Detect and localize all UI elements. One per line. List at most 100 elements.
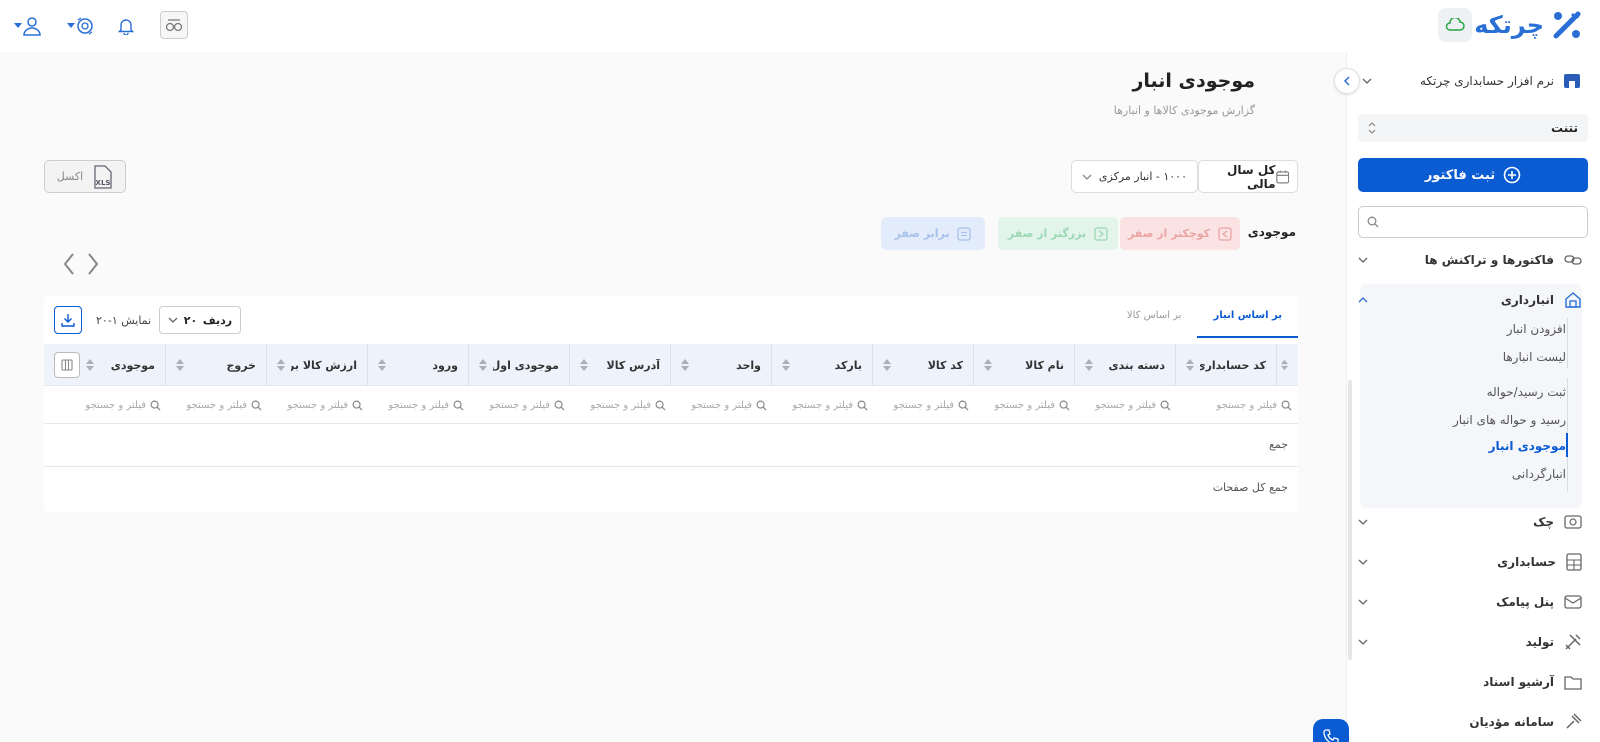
column-filter-input[interactable] <box>181 399 247 411</box>
sidebar-item-archive[interactable]: آرشیو اسناد <box>1358 668 1582 696</box>
column-header[interactable]: دسته بندی <box>1074 344 1175 386</box>
tenant-selector[interactable]: تتنت <box>1358 114 1588 142</box>
chevron-updown-icon <box>1368 122 1376 134</box>
stock-table-card: بر اساس انبار بر اساس کالا نمایش ۱-۲۰ رد… <box>44 296 1298 512</box>
sidebar-subitem-receipts[interactable]: رسید و حواله های انبار <box>1453 413 1566 427</box>
column-header-label: خروج <box>226 358 256 372</box>
page-title: موجودی انبار <box>1132 70 1255 92</box>
top-bar: چرتکه <box>0 0 1600 52</box>
sidebar-item-label: فاکتورها و تراکنش ها <box>1424 253 1554 267</box>
chevron-right-icon[interactable] <box>86 252 100 276</box>
cheque-icon <box>1564 515 1582 529</box>
app-logo[interactable]: چرتکه <box>1474 8 1584 42</box>
rows-label: ردیف <box>202 313 233 327</box>
column-filter-input[interactable] <box>888 399 954 411</box>
greater-than-zero-button[interactable]: بزرگتر از صفر <box>998 217 1118 250</box>
column-filter-input[interactable] <box>1090 399 1156 411</box>
column-filter-input[interactable] <box>80 399 146 411</box>
chevron-left-icon[interactable] <box>62 252 76 276</box>
column-filter-input[interactable] <box>1211 399 1277 411</box>
less-than-icon <box>1218 226 1232 241</box>
chevron-down-icon <box>168 317 178 323</box>
column-header[interactable]: ارزش کالا براساس <box>266 344 367 386</box>
column-filter-input[interactable] <box>383 399 449 411</box>
company-selector[interactable]: نرم افزار حسابداری چرتکه <box>1362 72 1582 90</box>
column-filter-input[interactable] <box>282 399 348 411</box>
greater-than-icon <box>1094 226 1108 241</box>
equal-zero-label: برابر صفر <box>894 227 950 240</box>
column-header[interactable]: کد کالا <box>872 344 973 386</box>
column-header[interactable]: موجودی اول دوره <box>468 344 569 386</box>
column-filter <box>771 387 872 423</box>
column-header[interactable]: کد حسابداری <box>1175 344 1276 386</box>
tab-by-warehouse[interactable]: بر اساس انبار <box>1197 296 1298 338</box>
equal-zero-button[interactable]: برابر صفر <box>881 217 985 250</box>
chevron-down-icon <box>67 23 75 28</box>
sidebar-item-sms[interactable]: پنل پیامک <box>1358 588 1582 616</box>
column-header[interactable]: خروج <box>165 344 266 386</box>
column-filter-input[interactable] <box>989 399 1055 411</box>
column-header-label: آدرس کالا <box>606 358 660 372</box>
column-filter-input[interactable] <box>686 399 752 411</box>
column-header-label: دسته بندی <box>1108 358 1165 372</box>
sort-icon <box>580 359 588 371</box>
download-icon <box>61 314 75 327</box>
sidebar-item-accounting[interactable]: حسابداری <box>1358 548 1582 576</box>
currency-menu[interactable] <box>64 12 98 40</box>
new-invoice-label: ثبت فاکتور <box>1424 167 1496 183</box>
folder-icon <box>1564 676 1582 690</box>
column-filter-input[interactable] <box>585 399 651 411</box>
sidebar-item-label: سامانه مؤدیان <box>1469 715 1554 729</box>
column-header[interactable]: ورود <box>367 344 468 386</box>
sidebar-item-invoices[interactable]: فاکتورها و تراکنش ها <box>1358 246 1582 274</box>
sort-icon <box>883 359 891 371</box>
warehouse-value: ۱۰۰۰ - انبار مرکزی <box>1098 170 1187 183</box>
excel-export-button[interactable]: XLS اکسل <box>44 160 126 193</box>
column-header-label: کد کالا <box>927 358 963 372</box>
sum-all-row: جمع کل صفحات <box>44 466 1298 508</box>
column-settings-button[interactable] <box>54 352 80 378</box>
fiscal-year-select[interactable]: کل سال مالی <box>1198 160 1298 193</box>
sort-icon <box>86 359 94 371</box>
sidebar-subitem-new-receipt[interactable]: ثبت رسید/حواله <box>1487 385 1566 399</box>
chevron-down-icon <box>1358 257 1368 263</box>
sidebar-item-warehouse[interactable]: انبارداری <box>1358 286 1582 314</box>
sidebar-collapse-button[interactable] <box>1334 68 1360 94</box>
table-toolbar: نمایش ۱-۲۰ ردیف ۲۰ <box>54 306 242 334</box>
column-header[interactable]: نام کالا <box>973 344 1074 386</box>
cloud-sync-button[interactable] <box>1438 8 1472 42</box>
sidebar-search-input[interactable] <box>1358 206 1588 238</box>
sidebar-subitem-stocktaking[interactable]: انبارگردانی <box>1512 467 1566 481</box>
download-button[interactable] <box>54 306 82 334</box>
sidebar-subitem-add-warehouse[interactable]: افزودن انبار <box>1507 322 1566 336</box>
column-filter-input[interactable] <box>484 399 550 411</box>
columns-icon <box>61 359 73 371</box>
search-icon <box>352 400 363 411</box>
sidebar-item-cheque[interactable]: چک <box>1358 508 1582 536</box>
tab-by-item[interactable]: بر اساس کالا <box>1111 296 1198 338</box>
sidebar-item-production[interactable]: تولید <box>1358 628 1582 656</box>
main-scrollbar[interactable] <box>1348 380 1352 660</box>
view-mode-button[interactable] <box>160 11 188 39</box>
notifications-button[interactable] <box>112 12 140 40</box>
company-name: نرم افزار حسابداری چرتکه <box>1419 74 1554 88</box>
sort-icon <box>1281 359 1288 371</box>
column-header-index[interactable]: # <box>1276 344 1298 386</box>
new-invoice-button[interactable]: ثبت فاکتور <box>1358 158 1588 192</box>
sidebar-item-taxpayer[interactable]: سامانه مؤدیان <box>1358 708 1582 736</box>
chevron-down-icon <box>1358 519 1368 525</box>
support-call-button[interactable] <box>1313 719 1349 742</box>
column-header[interactable]: آدرس کالا <box>569 344 670 386</box>
sidebar-subitem-warehouse-list[interactable]: لیست انبارها <box>1503 350 1566 364</box>
store-icon <box>1564 74 1580 88</box>
column-header[interactable]: موجودی <box>44 344 165 386</box>
rows-per-page-select[interactable]: ردیف ۲۰ <box>159 306 242 334</box>
user-menu[interactable] <box>12 12 44 40</box>
column-header[interactable]: واحد <box>670 344 771 386</box>
chevron-down-icon <box>1358 599 1368 605</box>
column-filter-input[interactable] <box>787 399 853 411</box>
sidebar-subitem-stock[interactable]: موجودی انبار <box>1489 439 1566 453</box>
column-header[interactable]: بارکد <box>771 344 872 386</box>
warehouse-select[interactable]: ۱۰۰۰ - انبار مرکزی <box>1071 160 1198 193</box>
less-than-zero-button[interactable]: کوچکتر از صفر <box>1120 217 1240 250</box>
